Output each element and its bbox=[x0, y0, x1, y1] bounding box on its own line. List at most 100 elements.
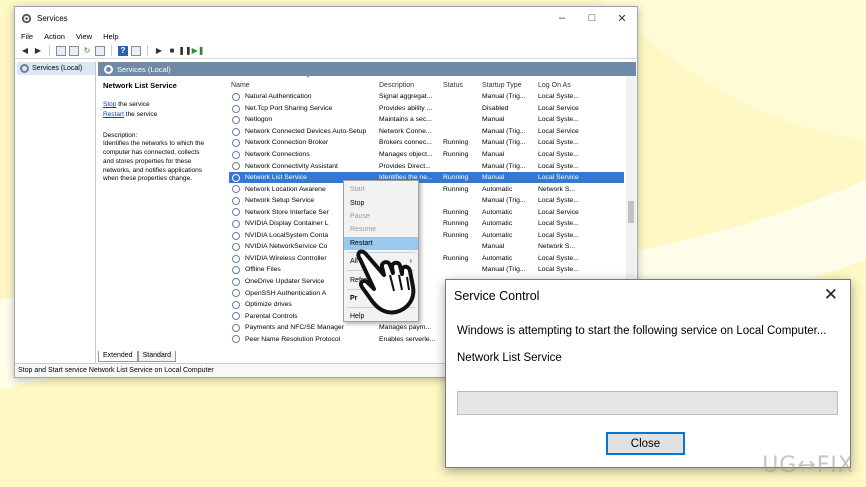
refresh-icon[interactable]: ↻ bbox=[82, 46, 92, 56]
service-status-cell: Running bbox=[443, 185, 469, 193]
menu-file[interactable]: File bbox=[21, 32, 33, 41]
description-line: Identifies the networks to which the bbox=[103, 140, 205, 148]
menu-help[interactable]: Help bbox=[103, 32, 118, 41]
column-header-description[interactable]: Description bbox=[379, 82, 443, 89]
help-icon[interactable]: ? bbox=[118, 45, 128, 56]
tab-extended[interactable]: Extended bbox=[98, 351, 138, 362]
context-menu-item-pause[interactable]: Pause bbox=[344, 210, 418, 223]
description-line: and stores properties for these bbox=[103, 157, 192, 165]
toolbar-separator bbox=[147, 45, 148, 56]
table-row[interactable]: Network Connected Devices Auto-Setup Netw… bbox=[229, 126, 624, 138]
table-row[interactable]: NVIDIA NetworkService Cor servi...Manual… bbox=[229, 241, 624, 253]
service-startup-cell: Manual bbox=[482, 116, 505, 124]
context-menu-item-resume[interactable]: Resume bbox=[344, 223, 418, 236]
service-startup-cell: Automatic bbox=[482, 231, 513, 239]
service-gear-icon bbox=[232, 277, 240, 286]
table-row[interactable]: Network List Service Identifies the ne...… bbox=[229, 171, 624, 184]
stop-service-suffix: the service bbox=[118, 101, 150, 109]
window-title: Services bbox=[37, 13, 68, 23]
column-header-startup-type[interactable]: Startup Type bbox=[482, 82, 538, 89]
service-startup-cell: Manual bbox=[482, 174, 505, 182]
maximize-icon[interactable]: □ bbox=[577, 7, 607, 29]
description-text: Identifies the networks to which the com… bbox=[103, 140, 221, 184]
table-row[interactable]: Offline Filesne File...Manual (Trig...Lo… bbox=[229, 264, 624, 276]
service-status-cell: Running bbox=[443, 139, 469, 147]
column-header-name[interactable]: Name bbox=[229, 82, 379, 89]
close-icon[interactable]: ✕ bbox=[607, 7, 637, 29]
stop-service-icon[interactable]: ■ bbox=[167, 46, 177, 56]
service-gear-icon bbox=[232, 150, 240, 159]
scrollbar-thumb[interactable] bbox=[628, 201, 634, 223]
view-icon[interactable] bbox=[131, 45, 141, 56]
table-row[interactable]: Network Store Interface Serce deli...Run… bbox=[229, 206, 624, 218]
properties-icon[interactable] bbox=[69, 45, 79, 56]
service-logon-cell: Local Syste... bbox=[538, 151, 579, 158]
back-arrow-icon[interactable]: ◀ bbox=[20, 46, 30, 56]
forward-arrow-icon[interactable]: ▶ bbox=[33, 46, 43, 56]
service-name-cell: Peer Name Resolution Protocol bbox=[245, 335, 341, 343]
console-tree-icon[interactable] bbox=[56, 45, 66, 56]
table-row[interactable]: Network Connection Broker Brokers connec.… bbox=[229, 137, 624, 149]
hand-pointer-icon bbox=[356, 249, 416, 315]
service-name-cell: Netlogon bbox=[245, 116, 273, 124]
service-logon-cell: Network S... bbox=[538, 243, 576, 251]
close-button[interactable]: Close bbox=[606, 432, 685, 455]
service-logon-cell: Local Syste... bbox=[538, 197, 579, 205]
context-menu-label: Start bbox=[350, 186, 365, 194]
service-control-dialog: Service Control ✕ Windows is attempting … bbox=[445, 279, 851, 468]
service-description-cell: Signal aggregat... bbox=[379, 93, 433, 101]
service-logon-cell: Local Service bbox=[538, 208, 579, 216]
service-logon-cell: Network S... bbox=[538, 185, 576, 193]
menu-action[interactable]: Action bbox=[44, 32, 65, 41]
table-row[interactable]: Network Connectivity Assistant Provides D… bbox=[229, 160, 624, 172]
tree-item-label: Services (Local) bbox=[32, 65, 83, 72]
toolbar-separator bbox=[111, 45, 112, 56]
service-name-cell: Network Connected Devices Auto-Setup bbox=[245, 127, 367, 135]
context-menu-item-start[interactable]: Start bbox=[344, 183, 418, 196]
export-list-icon[interactable] bbox=[95, 45, 105, 56]
column-header-status[interactable]: Status bbox=[443, 82, 482, 89]
service-name-cell: Payments and NFC/SE Manager bbox=[245, 324, 344, 332]
service-description-cell: Provides Direct... bbox=[379, 162, 431, 170]
table-row[interactable]: Network Setup Servicetwork Se...Manual (… bbox=[229, 195, 624, 207]
table-row[interactable]: Netlogon Maintains a sec... Manual Local Sy… bbox=[229, 114, 624, 126]
restart-service-line: Restart the service bbox=[103, 111, 221, 120]
ugetfix-watermark: UG↔FIX bbox=[762, 453, 854, 478]
table-row[interactable]: NVIDIA Display Container Lr servi...Runn… bbox=[229, 218, 624, 230]
table-row[interactable]: Net.Tcp Port Sharing Service Provides abi… bbox=[229, 103, 624, 115]
restart-service-link[interactable]: Restart bbox=[103, 111, 124, 118]
table-row[interactable]: NVIDIA Wireless ControllerWireles...Runn… bbox=[229, 253, 624, 265]
table-row[interactable]: Natural Authentication Signal aggregat...… bbox=[229, 91, 624, 103]
tab-standard[interactable]: Standard bbox=[137, 351, 177, 362]
restart-service-icon[interactable]: ▶❚ bbox=[192, 46, 205, 56]
service-startup-cell: Manual (Trig... bbox=[482, 139, 526, 147]
tree-item-services-local[interactable]: Services (Local) bbox=[17, 62, 95, 75]
service-startup-cell: Automatic bbox=[482, 254, 513, 262]
table-row[interactable]: Network Connections Manages object... Runn… bbox=[229, 149, 624, 161]
column-header-log-on-as[interactable]: Log On As bbox=[538, 82, 608, 89]
context-menu-item-stop[interactable]: Stop bbox=[344, 196, 418, 209]
minimize-icon[interactable]: – bbox=[547, 7, 577, 29]
start-service-icon[interactable]: ▶ bbox=[154, 46, 164, 56]
stop-service-link[interactable]: Stop bbox=[103, 101, 116, 108]
service-status-cell: Running bbox=[443, 220, 469, 228]
description-line: computer has connected, collects bbox=[103, 149, 200, 157]
menu-view[interactable]: View bbox=[76, 32, 92, 41]
service-gear-icon bbox=[232, 231, 240, 240]
title-bar[interactable]: Services – □ ✕ bbox=[15, 7, 637, 29]
close-icon[interactable]: ✕ bbox=[824, 285, 838, 305]
service-description-cell: Manages object... bbox=[379, 151, 433, 158]
services-gear-icon bbox=[104, 64, 113, 74]
status-bar-text: Stop and Start service Network List Serv… bbox=[18, 367, 214, 374]
description-label: Description: bbox=[103, 131, 138, 139]
service-name-cell: Network Connection Broker bbox=[245, 139, 329, 147]
table-row[interactable]: NVIDIA LocalSystem Contar servi...Runnin… bbox=[229, 230, 624, 242]
pane-header: Services (Local) bbox=[98, 62, 636, 76]
dialog-service-name: Network List Service bbox=[457, 352, 562, 364]
service-name-cell: Net.Tcp Port Sharing Service bbox=[245, 104, 333, 112]
service-logon-cell: Local Syste... bbox=[538, 266, 579, 274]
service-status-cell: Running bbox=[443, 151, 469, 158]
pause-service-icon[interactable]: ❚❚ bbox=[178, 46, 191, 56]
service-startup-cell: Manual (Trig... bbox=[482, 197, 526, 205]
table-row[interactable]: Network Location Awarenend sto...Running… bbox=[229, 183, 624, 195]
